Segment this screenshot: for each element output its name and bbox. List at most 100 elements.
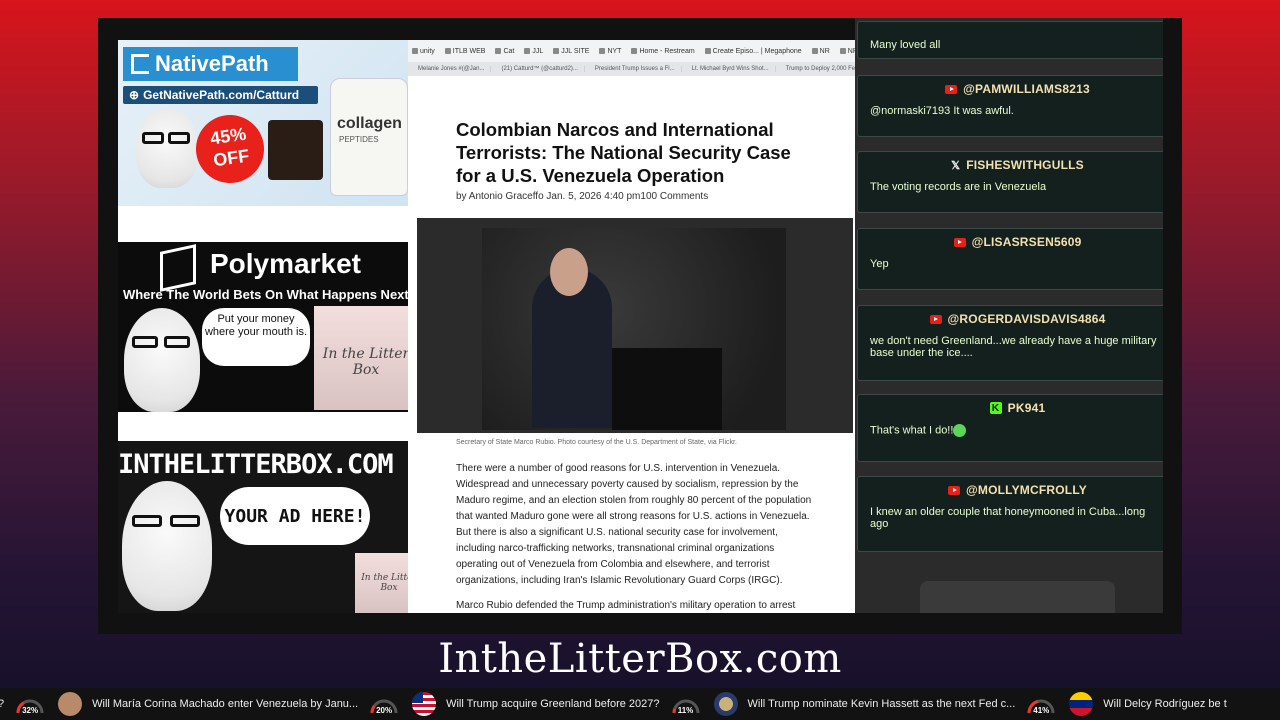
gauge-label: 11%: [677, 706, 694, 715]
ticker-text: Will María Corina Machado enter Venezuel…: [92, 698, 359, 710]
chat-message: @MOLLYMCFROLLY I knew an older couple tha…: [857, 476, 1163, 552]
nativepath-url-text: GetNativePath.com/Catturd: [143, 88, 300, 102]
bookmark-label: JJL: [532, 47, 544, 55]
browser-tab[interactable]: Melanie Jones #(@Jan...: [412, 66, 492, 72]
litterbox-thumbnail: In the Litter Box: [314, 306, 418, 410]
bookmark-icon: [553, 48, 560, 54]
gauge-fill: [370, 705, 376, 714]
ticker-item[interactable]: Will Trump acquire Greenland before 2027…: [412, 692, 701, 716]
probability-gauge: 11%: [670, 693, 702, 715]
bookmark-label: JJL SITE: [561, 47, 590, 55]
chat-username: FISHESWITHGULLS: [966, 158, 1084, 172]
chat-username-row: 𝕏 FISHESWITHGULLS: [858, 152, 1163, 178]
us-flag-icon: [412, 692, 437, 716]
bookmark-label: unity: [420, 47, 435, 55]
chat-username: @ROGERDAVISDAVIS4864: [947, 312, 1106, 326]
bookmark-item[interactable]: NR: [839, 48, 855, 55]
litterbox-ad[interactable]: INTHELITTERBOX.COM YOUR AD HERE! In the …: [118, 441, 423, 613]
bookmark-item[interactable]: NYT: [599, 48, 621, 55]
globe-icon: ⊕: [129, 88, 140, 102]
bookmark-icon: [444, 48, 451, 54]
fed-seal-icon: [713, 692, 738, 716]
chat-message: @LISASRSEN5609 Yep: [857, 228, 1163, 290]
article-photo: [417, 218, 853, 433]
bookmark-label: Create Episo... | Megaphone: [712, 47, 802, 55]
article-paragraph: Marco Rubio defended the Trump administr…: [456, 600, 796, 611]
nativepath-logo-icon: [131, 54, 149, 74]
bookmark-item[interactable]: Create Episo... | Megaphone: [704, 47, 802, 55]
ticker-text: Will Delcy Rodríguez be t: [1103, 698, 1227, 710]
chat-text: @normaski7193 It was awful.: [870, 105, 1014, 117]
gauge-label: 41%: [1033, 706, 1050, 715]
bookmark-item[interactable]: Cat: [495, 48, 514, 55]
coffee-cup-image: [268, 120, 323, 180]
nativepath-url: ⊕ GetNativePath.com/Catturd: [123, 86, 318, 104]
bookmark-icon: [811, 48, 818, 54]
chat-username-row: @PAMWILLIAMS8213: [858, 76, 1163, 102]
polymarket-ad[interactable]: Polymarket Where The World Bets On What …: [118, 242, 418, 412]
nativepath-ad[interactable]: NativePath ⊕ GetNativePath.com/Catturd 4…: [118, 40, 414, 206]
chat-text: Many loved all: [870, 39, 941, 51]
chat-message: @PAMWILLIAMS8213 @normaski7193 It was awf…: [857, 75, 1163, 137]
collagen-jar-image: collagen PEPTIDES: [330, 78, 408, 196]
avatar: [58, 692, 83, 716]
gauge-fill: [672, 708, 676, 714]
nativepath-logo: NativePath: [123, 47, 298, 81]
youtube-icon: [929, 314, 942, 324]
glasses-icon: [168, 132, 190, 144]
bookmark-item[interactable]: Home - Restream: [631, 47, 695, 55]
chat-input-area[interactable]: [920, 581, 1115, 613]
ticker-item[interactable]: Will Delcy Rodríguez be t: [1069, 692, 1227, 716]
kick-icon: K: [989, 402, 1002, 414]
bookmark-item[interactable]: NR: [811, 48, 830, 55]
browser-tab[interactable]: Trump to Deploy 2,000 Fed...: [780, 66, 855, 72]
product-sub: PEPTIDES: [339, 135, 379, 144]
bookmark-item[interactable]: unity: [412, 48, 435, 55]
bookmark-item[interactable]: ITLB WEB: [444, 47, 486, 55]
chat-username: PK941: [1007, 401, 1046, 415]
bookmark-icon: [495, 48, 502, 54]
discount-badge: 45% OFF: [191, 110, 269, 188]
chat-username-row: @MOLLYMCFROLLY: [858, 477, 1163, 503]
x-icon: 𝕏: [951, 159, 961, 172]
speaker-head: [550, 248, 588, 296]
glasses-icon: [170, 515, 200, 527]
bookmark-label: ITLB WEB: [452, 47, 486, 55]
chat-message: Many loved all: [857, 21, 1163, 59]
bookmark-label: Cat: [503, 47, 515, 55]
nativepath-brand: NativePath: [155, 51, 269, 76]
chat-message: 𝕏 FISHESWITHGULLS The voting records are i…: [857, 151, 1163, 213]
ticker-item[interactable]: Will María Corina Machado enter Venezuel…: [58, 692, 400, 716]
article-byline[interactable]: by Antonio Graceffo Jan. 5, 2026 4:40 pm…: [456, 191, 708, 202]
probability-gauge: 20%: [368, 693, 400, 715]
emoji-icon: [953, 424, 967, 437]
browser-tab[interactable]: Lt. Michael Byrd Wins Shot...: [686, 66, 776, 72]
ticker-text: Will Trump nominate Kevin Hassett as the…: [747, 698, 1016, 710]
article-header: Colombian Narcos and International Terro…: [417, 88, 853, 218]
bookmark-icon: [704, 48, 711, 54]
chat-username-row: @ROGERDAVISDAVIS4864: [858, 306, 1163, 332]
site-banner: IntheLitterBox.com: [438, 636, 842, 682]
rubio-photo: [482, 228, 786, 430]
ticker-item[interactable]: Will Trump nominate Kevin Hassett as the…: [713, 692, 1058, 716]
polymarket-logo-icon: [160, 244, 196, 292]
gauge-label: 20%: [376, 706, 393, 715]
product-name: collagen: [337, 115, 402, 132]
glasses-icon: [132, 336, 158, 348]
chat-text: I knew an older couple that honeymooned …: [870, 506, 1146, 530]
speech-bubble: Put your money where your mouth is.: [202, 308, 310, 366]
bookmark-item[interactable]: JJL SITE: [553, 48, 589, 55]
bookmark-icon: [631, 48, 638, 54]
bookmark-label: Home - Restream: [639, 47, 695, 55]
thumbnail-text: In the Litter Box: [322, 346, 410, 378]
chat-text: we don't need Greenland...we already hav…: [870, 335, 1157, 359]
cat-image: [136, 108, 198, 188]
photo-caption: Secretary of State Marco Rubio. Photo co…: [456, 439, 737, 446]
browser-tab[interactable]: (21) Catturd™ (@catturd2)...: [495, 66, 585, 72]
ticker-item[interactable]: ? 32%: [0, 693, 46, 715]
browser-window: unity ITLB WEB Cat JJL JJL SITE NYT Home - Res…: [408, 40, 855, 613]
youtube-icon: [945, 84, 958, 94]
ticker-text: ?: [0, 698, 4, 710]
bookmark-item[interactable]: JJL: [524, 48, 543, 55]
browser-tab[interactable]: President Trump Issues a Fl...: [589, 66, 682, 72]
